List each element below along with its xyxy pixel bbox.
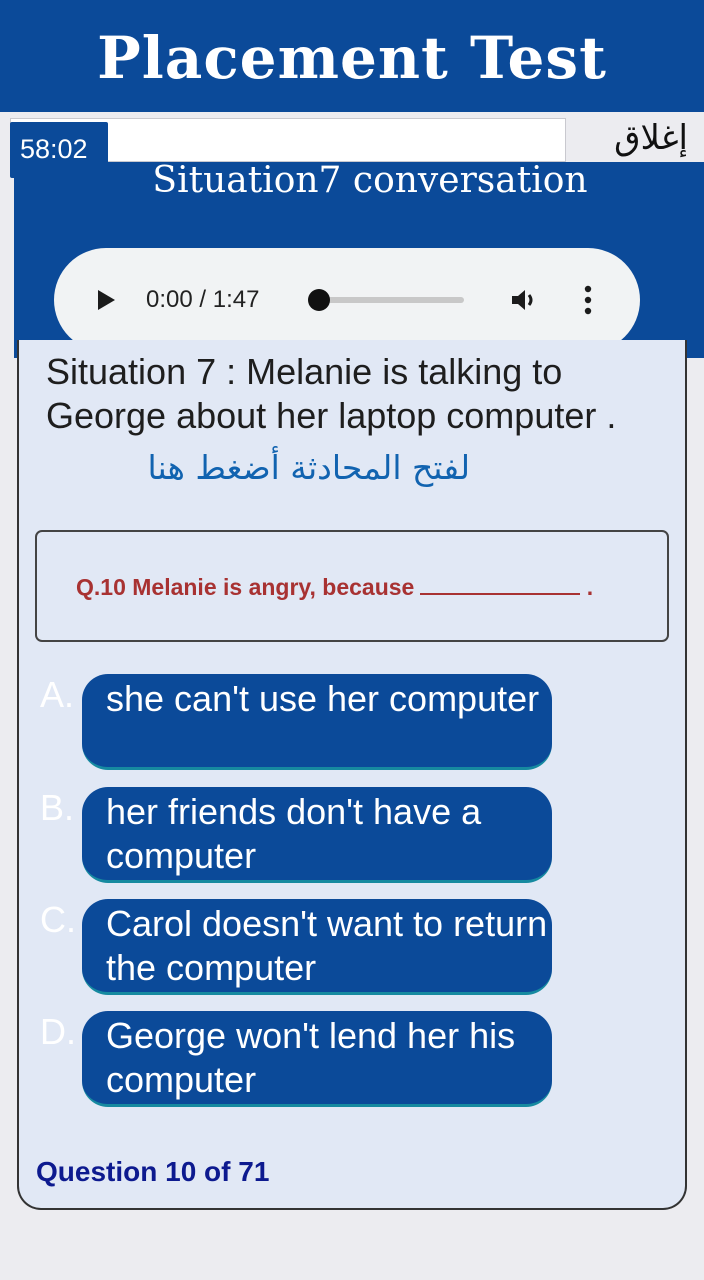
volume-icon[interactable]: [508, 284, 540, 316]
audio-player[interactable]: 0:00 / 1:47: [54, 248, 640, 352]
option-letter: B.: [40, 787, 75, 828]
option-d-button[interactable]: George won't lend her his computer: [82, 1011, 552, 1107]
more-options-icon[interactable]: [578, 284, 598, 316]
play-icon[interactable]: [98, 290, 115, 310]
option-b-button[interactable]: her friends don't have a computer: [82, 787, 552, 883]
option-letter: C.: [40, 899, 76, 940]
option-letter: A.: [40, 674, 75, 715]
seek-thumb[interactable]: [308, 289, 330, 311]
option-c[interactable]: C. Carol doesn't want to return the comp…: [36, 899, 556, 999]
question-text: Q.10 Melanie is angry, because .: [76, 574, 593, 601]
situation-description: Situation 7 : Melanie is talking to Geor…: [46, 351, 617, 436]
question-counter: Question 10 of 71: [36, 1156, 270, 1187]
answer-blank: [420, 593, 581, 595]
option-a-button[interactable]: she can't use her computer: [82, 674, 552, 770]
open-conversation-link[interactable]: لفتح المحادثة أضغط هنا: [70, 448, 470, 487]
question-end-mark: .: [586, 574, 594, 600]
situation-title: Situation7 conversation: [152, 160, 588, 201]
option-letter: D.: [40, 1011, 76, 1052]
option-b[interactable]: B. her friends don't have a computer: [36, 787, 556, 887]
option-c-button[interactable]: Carol doesn't want to return the compute…: [82, 899, 552, 995]
seek-bar[interactable]: [312, 297, 464, 303]
close-button[interactable]: إغلاق: [614, 118, 688, 158]
question-prompt: Q.10 Melanie is angry, because: [76, 574, 415, 600]
page-header: Placement Test: [0, 0, 704, 112]
audio-time: 0:00 / 1:47: [146, 286, 260, 313]
option-d[interactable]: D. George won't lend her his computer: [36, 1011, 556, 1111]
page-title: Placement Test: [97, 24, 607, 92]
option-a[interactable]: A. she can't use her computer: [36, 674, 556, 774]
